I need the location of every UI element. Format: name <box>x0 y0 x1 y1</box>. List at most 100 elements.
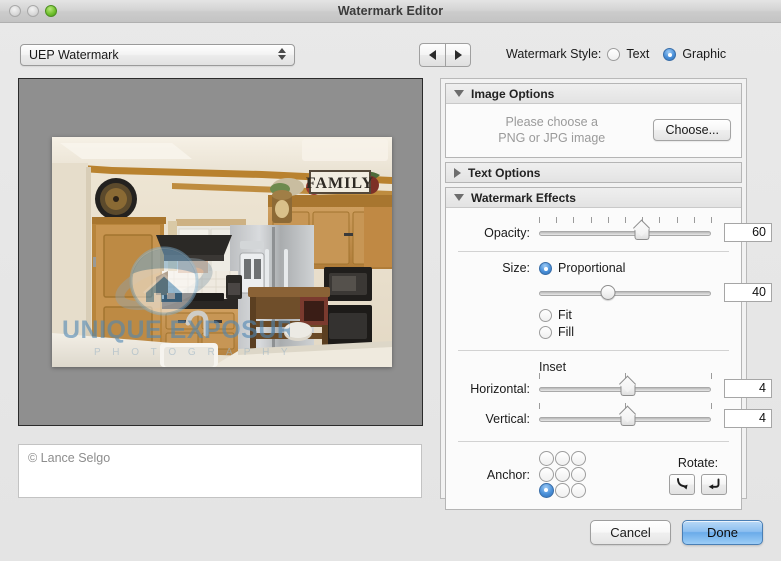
previous-watermark-button[interactable] <box>419 43 445 67</box>
size-slider-thumb[interactable] <box>600 284 616 300</box>
anchor-radio-2-0[interactable] <box>539 483 554 498</box>
radio-size-proportional[interactable] <box>539 261 552 275</box>
disclosure-closed-icon <box>454 167 461 178</box>
zoom-button[interactable] <box>45 5 57 17</box>
slider-tick <box>676 216 678 223</box>
anchor-cell-2-2[interactable] <box>571 483 587 499</box>
divider <box>458 350 729 351</box>
anchor-cell-0-1[interactable] <box>555 451 571 467</box>
inset-vertical-value-field[interactable]: 4 <box>724 409 772 428</box>
stepper-arrows-icon <box>278 48 286 60</box>
close-button[interactable] <box>9 5 21 17</box>
choose-image-button[interactable]: Choose... <box>653 119 731 141</box>
size-slider[interactable] <box>539 284 711 300</box>
anchor-radio-2-1[interactable] <box>555 483 570 498</box>
inset-vertical-slider[interactable] <box>539 402 712 427</box>
rotate-group: Rotate: <box>669 456 731 495</box>
anchor-cell-1-1[interactable] <box>555 467 571 483</box>
size-slider-row: 40 <box>456 283 772 302</box>
size-value-field[interactable]: 40 <box>724 283 772 302</box>
anchor-grid[interactable] <box>539 451 587 499</box>
next-watermark-button[interactable] <box>445 43 471 67</box>
anchor-cell-0-2[interactable] <box>571 451 587 467</box>
size-slider-track <box>539 290 711 296</box>
rotate-clockwise-button[interactable] <box>669 473 695 495</box>
inset-vertical-thumb[interactable] <box>620 409 637 427</box>
section-watermark-effects-header[interactable]: Watermark Effects <box>446 188 741 208</box>
image-placeholder-line1: Please choose a <box>505 115 598 129</box>
inset-horizontal-slider[interactable] <box>539 372 712 397</box>
inset-horizontal-value-field[interactable]: 4 <box>724 379 772 398</box>
watermark-style-group: Watermark Style: Text Graphic <box>506 47 726 61</box>
cancel-button[interactable]: Cancel <box>590 520 671 545</box>
done-button[interactable]: Done <box>682 520 763 545</box>
rotate-ccw-icon <box>708 478 720 490</box>
opacity-row: Opacity: 60 <box>456 216 772 242</box>
preview-canvas[interactable]: FAMILY UNIQUE EXPOSURE P H O T O G R A P… <box>18 78 423 426</box>
anchor-radio-0-0[interactable] <box>539 451 554 466</box>
minimize-button[interactable] <box>27 5 39 17</box>
opacity-value-field[interactable]: 60 <box>724 223 772 242</box>
anchor-radio-1-1[interactable] <box>555 467 570 482</box>
anchor-radio-1-0[interactable] <box>539 467 554 482</box>
rotate-label: Rotate: <box>677 455 719 470</box>
slider-tick <box>711 372 712 379</box>
anchor-cell-1-0[interactable] <box>539 467 555 483</box>
anchor-radio-0-1[interactable] <box>555 451 570 466</box>
section-text-options: Text Options <box>445 162 742 183</box>
inset-horizontal-label: Horizontal: <box>470 381 530 396</box>
size-fit-row: Fit <box>539 308 731 322</box>
watermark-style-label: Watermark Style: <box>506 47 602 61</box>
slider-tick <box>625 216 626 223</box>
radio-size-fit-label: Fit <box>558 308 572 322</box>
section-image-options-body: Please choose a PNG or JPG image Choose.… <box>446 104 741 157</box>
image-placeholder-message: Please choose a PNG or JPG image <box>456 114 653 146</box>
slider-tick <box>539 372 540 379</box>
inset-vertical-label: Vertical: <box>485 411 530 426</box>
anchor-cell-2-0[interactable] <box>539 483 555 499</box>
section-image-options-header[interactable]: Image Options <box>446 84 741 104</box>
options-panel: Image Options Please choose a PNG or JPG… <box>440 78 772 510</box>
radio-style-graphic[interactable] <box>663 47 677 61</box>
title-bar: Watermark Editor <box>0 0 781 23</box>
kitchen-photo-illustration: FAMILY <box>52 137 392 367</box>
section-text-options-header[interactable]: Text Options <box>446 163 741 182</box>
copyright-caption-field[interactable]: © Lance Selgo <box>18 444 422 498</box>
size-fill-row: Fill <box>539 325 731 339</box>
opacity-slider[interactable] <box>539 216 712 241</box>
section-text-options-title: Text Options <box>468 165 541 180</box>
anchor-radio-1-2[interactable] <box>571 467 586 482</box>
radio-style-text-label: Text <box>626 47 650 61</box>
section-watermark-effects: Watermark Effects Opacity: 60 Size: Prop… <box>445 187 772 510</box>
inset-vertical-row: Vertical: 4 <box>456 402 772 428</box>
slider-tick <box>659 216 661 223</box>
radio-size-fill[interactable] <box>539 325 552 339</box>
preset-navigation <box>419 43 471 67</box>
section-watermark-effects-title: Watermark Effects <box>471 190 576 205</box>
anchor-radio-2-2[interactable] <box>571 483 586 498</box>
rotate-cw-icon <box>677 478 688 490</box>
opacity-slider-thumb[interactable] <box>634 223 651 241</box>
arrow-right-icon <box>454 50 462 60</box>
opacity-slider-ticks <box>539 216 712 224</box>
anchor-cell-0-0[interactable] <box>539 451 555 467</box>
disclosure-open-icon <box>454 90 464 97</box>
radio-style-graphic-label: Graphic <box>682 47 727 61</box>
slider-tick <box>556 216 558 223</box>
section-watermark-effects-body: Opacity: 60 Size: Proportional 40 Fit Fi… <box>446 208 772 509</box>
inset-horizontal-row: Horizontal: 4 <box>456 372 772 398</box>
divider <box>458 441 729 442</box>
anchor-cell-1-2[interactable] <box>571 467 587 483</box>
anchor-radio-0-2[interactable] <box>571 451 586 466</box>
slider-tick <box>607 216 609 223</box>
rotate-counterclockwise-button[interactable] <box>701 473 727 495</box>
slider-tick <box>590 216 592 223</box>
radio-size-fit[interactable] <box>539 308 552 322</box>
radio-size-proportional-label: Proportional <box>558 261 626 275</box>
radio-style-text[interactable] <box>607 47 621 61</box>
preset-dropdown[interactable]: UEP Watermark <box>20 44 295 66</box>
anchor-cell-2-1[interactable] <box>555 483 571 499</box>
divider <box>458 251 729 252</box>
inset-horizontal-thumb[interactable] <box>620 379 637 397</box>
slider-tick <box>539 402 540 409</box>
